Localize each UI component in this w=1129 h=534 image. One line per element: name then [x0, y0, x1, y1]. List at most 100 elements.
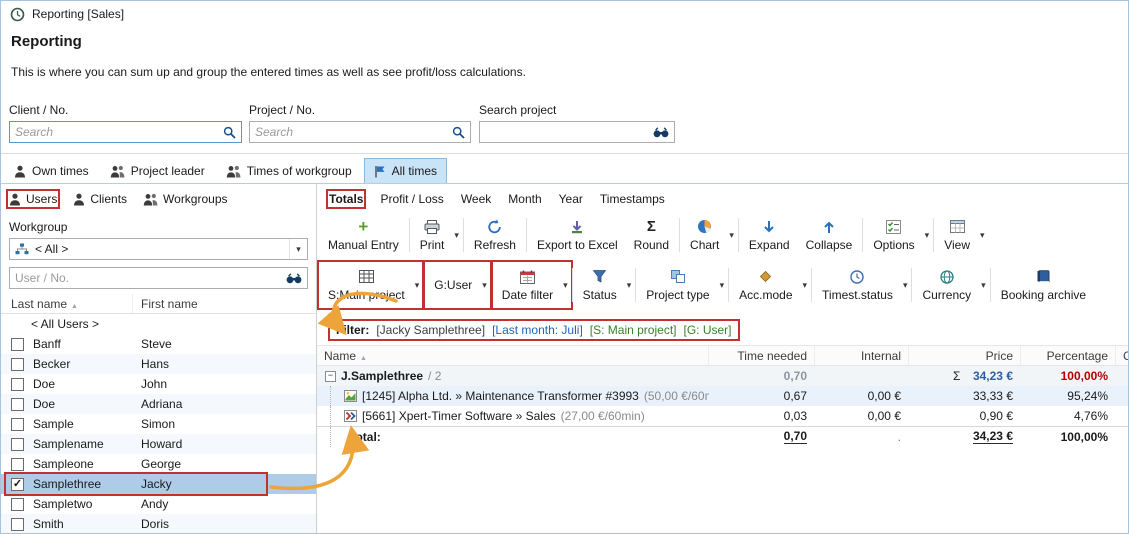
org-chart-icon: [15, 243, 29, 255]
export-to-excel-button[interactable]: Export to Excel: [529, 217, 626, 254]
project-search-label: Project / No.: [249, 103, 471, 117]
tab-week[interactable]: Week: [461, 192, 491, 206]
search-project-input[interactable]: [485, 125, 649, 139]
timestamp-status-filter-button[interactable]: Timest.status: [814, 267, 901, 304]
user-row-selected[interactable]: SamplethreeJacky: [1, 474, 316, 494]
column-header-name[interactable]: Name: [317, 346, 709, 365]
tab-year[interactable]: Year: [559, 192, 583, 206]
tab-profit-loss[interactable]: Profit / Loss: [380, 192, 443, 206]
client-search-field: Client / No.: [9, 103, 242, 143]
column-header-time-needed[interactable]: Time needed: [709, 346, 815, 365]
window-title: Reporting [Sales]: [32, 7, 124, 21]
user-checkbox[interactable]: [11, 498, 24, 511]
project-type-filter-button[interactable]: Project type: [638, 267, 717, 304]
status-filter-button[interactable]: Status: [575, 267, 625, 304]
chevron-down-icon[interactable]: [923, 230, 932, 241]
column-header-first-name[interactable]: First name: [133, 294, 316, 313]
date-filter-group: Date filter: [494, 263, 570, 307]
chevron-down-icon[interactable]: [413, 280, 422, 291]
chevron-down-icon[interactable]: [718, 280, 727, 291]
options-button[interactable]: Options: [865, 217, 922, 254]
globe-icon: [940, 269, 954, 285]
booking-archive-button[interactable]: Booking archive: [993, 267, 1094, 304]
client-search-input[interactable]: [15, 125, 219, 139]
user-row[interactable]: SmithDoris: [1, 514, 316, 534]
chevron-down-icon[interactable]: [979, 280, 988, 291]
user-row[interactable]: DoeJohn: [1, 374, 316, 394]
workgroup-label: Workgroup: [9, 220, 308, 234]
app-clock-icon: [10, 7, 25, 22]
workgroup-select[interactable]: < All >: [9, 238, 308, 260]
user-checkbox[interactable]: [11, 438, 24, 451]
round-button[interactable]: ΣRound: [626, 217, 677, 254]
filter-chip-user[interactable]: [Jacky Samplethree]: [376, 323, 485, 337]
refresh-button[interactable]: Refresh: [466, 217, 524, 254]
chevron-down-icon[interactable]: [801, 280, 810, 291]
user-row[interactable]: SampleSimon: [1, 414, 316, 434]
plus-icon: +: [358, 219, 368, 235]
column-header-internal[interactable]: Internal: [815, 346, 909, 365]
user-search-input[interactable]: [15, 271, 282, 285]
collapse-button[interactable]: Collapse: [798, 217, 861, 254]
sort-asc-icon: [67, 297, 78, 311]
expand-button[interactable]: Expand: [741, 217, 798, 254]
filter-chip-date[interactable]: [Last month: Juli]: [492, 323, 583, 337]
tab-clients[interactable]: Clients: [73, 192, 127, 206]
chevron-down-icon[interactable]: [901, 280, 910, 291]
sort-main-project-button[interactable]: S:Main project: [320, 267, 413, 304]
user-checkbox[interactable]: [11, 518, 24, 531]
tab-workgroups[interactable]: Workgroups: [143, 192, 227, 206]
user-checkbox[interactable]: [11, 398, 24, 411]
user-row[interactable]: SampleoneGeorge: [1, 454, 316, 474]
chart-button[interactable]: Chart: [682, 217, 727, 254]
project-type-icon: [671, 269, 685, 285]
date-filter-button[interactable]: Date filter: [494, 267, 561, 304]
view-button[interactable]: View: [936, 217, 978, 254]
chevron-down-icon[interactable]: [561, 280, 570, 291]
project-row[interactable]: [5661] Xpert-Timer Software » Sales(27,0…: [317, 406, 1128, 426]
user-row[interactable]: SamplenameHoward: [1, 434, 316, 454]
column-header-last-name[interactable]: Last name: [1, 294, 133, 313]
user-checkbox[interactable]: [11, 378, 24, 391]
chevron-down-icon[interactable]: [727, 230, 736, 241]
user-row[interactable]: BanffSteve: [1, 334, 316, 354]
user-checkbox[interactable]: [11, 458, 24, 471]
filter-chip-sort[interactable]: [S: Main project]: [590, 323, 677, 337]
tab-project-leader[interactable]: Project leader: [101, 159, 214, 183]
tab-times-of-workgroup[interactable]: Times of workgroup: [217, 159, 361, 183]
column-header-c[interactable]: C: [1116, 346, 1128, 365]
user-checkbox[interactable]: [11, 418, 24, 431]
tab-timestamps[interactable]: Timestamps: [600, 192, 665, 206]
acc-mode-filter-button[interactable]: Acc.mode: [731, 267, 800, 304]
filter-chip-group[interactable]: [G: User]: [683, 323, 731, 337]
project-search-field: Project / No.: [249, 103, 471, 143]
tab-users[interactable]: Users: [9, 192, 57, 206]
chevron-down-icon[interactable]: [452, 230, 461, 241]
tab-own-times[interactable]: Own times: [5, 159, 98, 183]
chevron-down-icon[interactable]: [978, 230, 987, 241]
column-header-price[interactable]: Price: [909, 346, 1021, 365]
chevron-down-icon[interactable]: [289, 239, 307, 259]
chevron-down-icon[interactable]: [480, 280, 489, 291]
collapse-node-icon[interactable]: [325, 371, 336, 382]
user-row[interactable]: SampletwoAndy: [1, 494, 316, 514]
all-users-row[interactable]: < All Users >: [1, 314, 316, 334]
user-row[interactable]: BeckerHans: [1, 354, 316, 374]
active-filter-row: Filter: [Jacky Samplethree] [Last month:…: [331, 320, 1128, 340]
project-row[interactable]: [1245] Alpha Ltd. » Maintenance Transfor…: [317, 386, 1128, 406]
tab-totals[interactable]: Totals: [329, 192, 363, 206]
tab-all-times[interactable]: All times: [364, 158, 447, 183]
tab-month[interactable]: Month: [508, 192, 541, 206]
user-checkbox[interactable]: [11, 358, 24, 371]
user-checkbox[interactable]: [11, 338, 24, 351]
group-by-user-button[interactable]: G:User: [426, 277, 480, 294]
group-row-samplethree[interactable]: J.Samplethree/ 2 0,70 Σ34,23 € 100,00%: [317, 366, 1128, 386]
chevron-down-icon[interactable]: [625, 280, 634, 291]
project-search-input[interactable]: [255, 125, 448, 139]
column-header-percentage[interactable]: Percentage: [1021, 346, 1116, 365]
user-row[interactable]: DoeAdriana: [1, 394, 316, 414]
manual-entry-button[interactable]: +Manual Entry: [320, 217, 407, 254]
print-button[interactable]: Print: [412, 217, 453, 254]
user-checkbox-checked[interactable]: [11, 478, 24, 491]
currency-button[interactable]: Currency: [914, 267, 979, 304]
